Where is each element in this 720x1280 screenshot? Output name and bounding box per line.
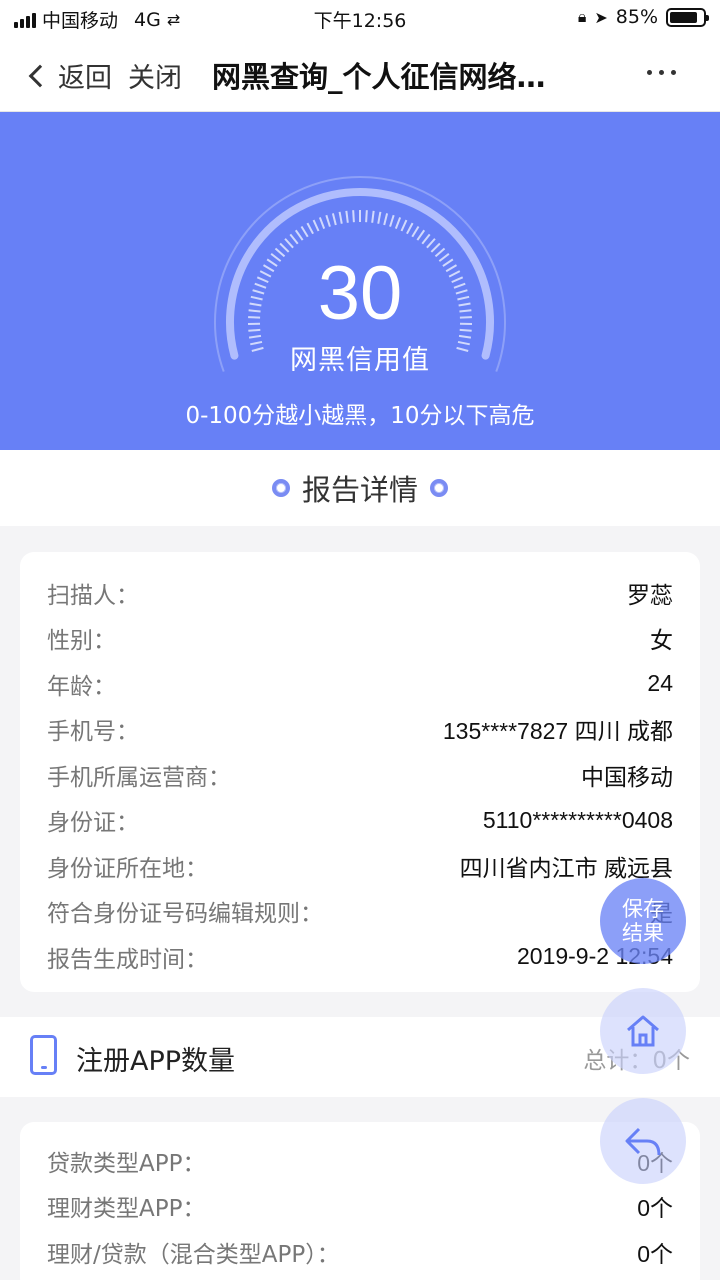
status-bar: 中国移动 4G ⇄ 下午12:56 🔒︎ ➤ 85% [0, 0, 720, 36]
save-label-line1: 保存 [622, 897, 664, 921]
report-row: 符合身份证号码编辑规则：是 [20, 889, 700, 935]
save-label-line2: 结果 [622, 921, 664, 945]
row-value: 0个 [637, 1195, 673, 1222]
gauge-tick [352, 210, 355, 223]
row-key: 符合身份证号码编辑规则： [47, 901, 323, 928]
gauge-tick [411, 225, 420, 238]
gauge-tick [325, 214, 331, 227]
ring-icon [271, 479, 290, 497]
gauge-tick [345, 210, 349, 223]
location-icon: ➤ [594, 7, 608, 27]
back-button[interactable]: 返回 [26, 56, 112, 95]
gauge-tick [284, 238, 294, 249]
status-right: 🔒︎ ➤ 85% [577, 6, 709, 28]
report-row: 手机号： 135****7827 四川 成都 [20, 707, 700, 753]
row-value: 女 [650, 627, 673, 654]
gauge-tick [406, 222, 414, 235]
gauge-tick [400, 219, 408, 232]
report-row: 手机所属运营商： 中国移动 [20, 752, 700, 798]
row-value: 24 [647, 670, 673, 697]
nav-bar: 返回 关闭 网黑查询_个人征信网络… [0, 36, 720, 112]
row-key: 报告生成时间： [47, 946, 208, 973]
row-key: 理财类型APP： [47, 1196, 206, 1223]
report-row: 身份证所在地： 四川省内江市 威远县 [20, 843, 700, 889]
gauge-tick [289, 233, 299, 245]
gauge-tick [383, 213, 389, 226]
apps-card: 贷款类型APP：0个 理财类型APP： 0个 理财/贷款（混合类型APP）： 0个 [20, 1122, 700, 1280]
gauge-tick [365, 210, 368, 223]
row-key: 扫描人： [47, 582, 139, 609]
gauge-tick [331, 213, 337, 226]
row-key: 手机所属运营商： [47, 764, 231, 791]
gauge-tick [300, 225, 309, 238]
row-value: 罗蕊 [627, 581, 673, 608]
orientation-lock-icon: 🔒︎ [577, 7, 587, 26]
score-hero: 30 网黑信用值 0-100分越小越黑，10分以下高危 [0, 112, 720, 450]
chevron-left-icon [28, 64, 52, 87]
apps-row: 理财/贷款（混合类型APP）： 0个 [20, 1229, 700, 1275]
row-key: 年龄： [47, 673, 116, 700]
save-result-button[interactable]: 保存 结果 [600, 878, 686, 964]
row-value: 5110**********0408 [482, 806, 673, 833]
reply-icon [625, 1127, 661, 1156]
back-label: 返回 [58, 63, 112, 94]
report-card: 扫描人： 罗蕊 性别：女 年龄： 24 手机号： 135****7827 四川 成都 … [20, 552, 700, 992]
report-row: 报告生成时间： 2019-9-2 12:54 [20, 934, 700, 980]
row-key: 性别： [47, 628, 116, 655]
gauge-tick [338, 211, 343, 224]
row-value: 中国移动 [581, 763, 673, 790]
row-value: 0个 [637, 1240, 673, 1267]
report-section-header: 报告详情 [0, 450, 720, 526]
score-value: 30 [317, 251, 403, 336]
report-row: 年龄： 24 [20, 661, 700, 707]
more-menu-icon[interactable] [647, 70, 676, 75]
gauge-tick [389, 214, 395, 227]
reply-button[interactable] [600, 1098, 686, 1184]
gauge-tick [426, 238, 436, 249]
battery-icon [666, 7, 709, 27]
gauge-tick [377, 211, 382, 224]
gauge-tick [312, 219, 320, 232]
gauge-tick [394, 217, 402, 230]
gauge-tick [294, 229, 304, 241]
gauge-tick [318, 217, 326, 230]
gauge-tick [421, 233, 431, 245]
score-label: 网黑信用值 [290, 345, 430, 376]
home-icon [627, 1015, 659, 1047]
report-row: 性别： 女 [20, 616, 700, 662]
apps-title: 注册APP数量 [76, 1046, 236, 1077]
phone-icon [30, 1035, 57, 1075]
row-key: 贷款类型APP： [47, 1150, 206, 1177]
row-key: 身份证： [47, 810, 139, 837]
row-value: 135****7827 四川 成都 [442, 718, 673, 745]
row-key: 身份证所在地： [47, 855, 208, 882]
report-row: 身份证： 5110**********0408 [20, 798, 700, 844]
close-button[interactable]: 关闭 [128, 56, 182, 95]
page-title: 网黑查询_个人征信网络… [212, 60, 546, 94]
gauge-tick [416, 229, 426, 241]
home-button[interactable] [600, 988, 686, 1074]
row-key: 手机号： [47, 719, 139, 746]
battery-percent: 85% [615, 6, 658, 28]
gauge-tick [306, 222, 314, 235]
gauge-tick [371, 210, 375, 223]
report-row: 扫描人： 罗蕊 [20, 570, 700, 616]
apps-row: 贷款类型APP：0个 [20, 1138, 700, 1184]
ring-icon [430, 479, 448, 497]
score-note: 0-100分越小越黑，10分以下高危 [185, 403, 535, 429]
row-key: 理财/贷款（混合类型APP）： [47, 1241, 340, 1268]
apps-row: 理财类型APP： 0个 [20, 1184, 700, 1230]
report-section-title: 报告详情 [301, 473, 418, 507]
